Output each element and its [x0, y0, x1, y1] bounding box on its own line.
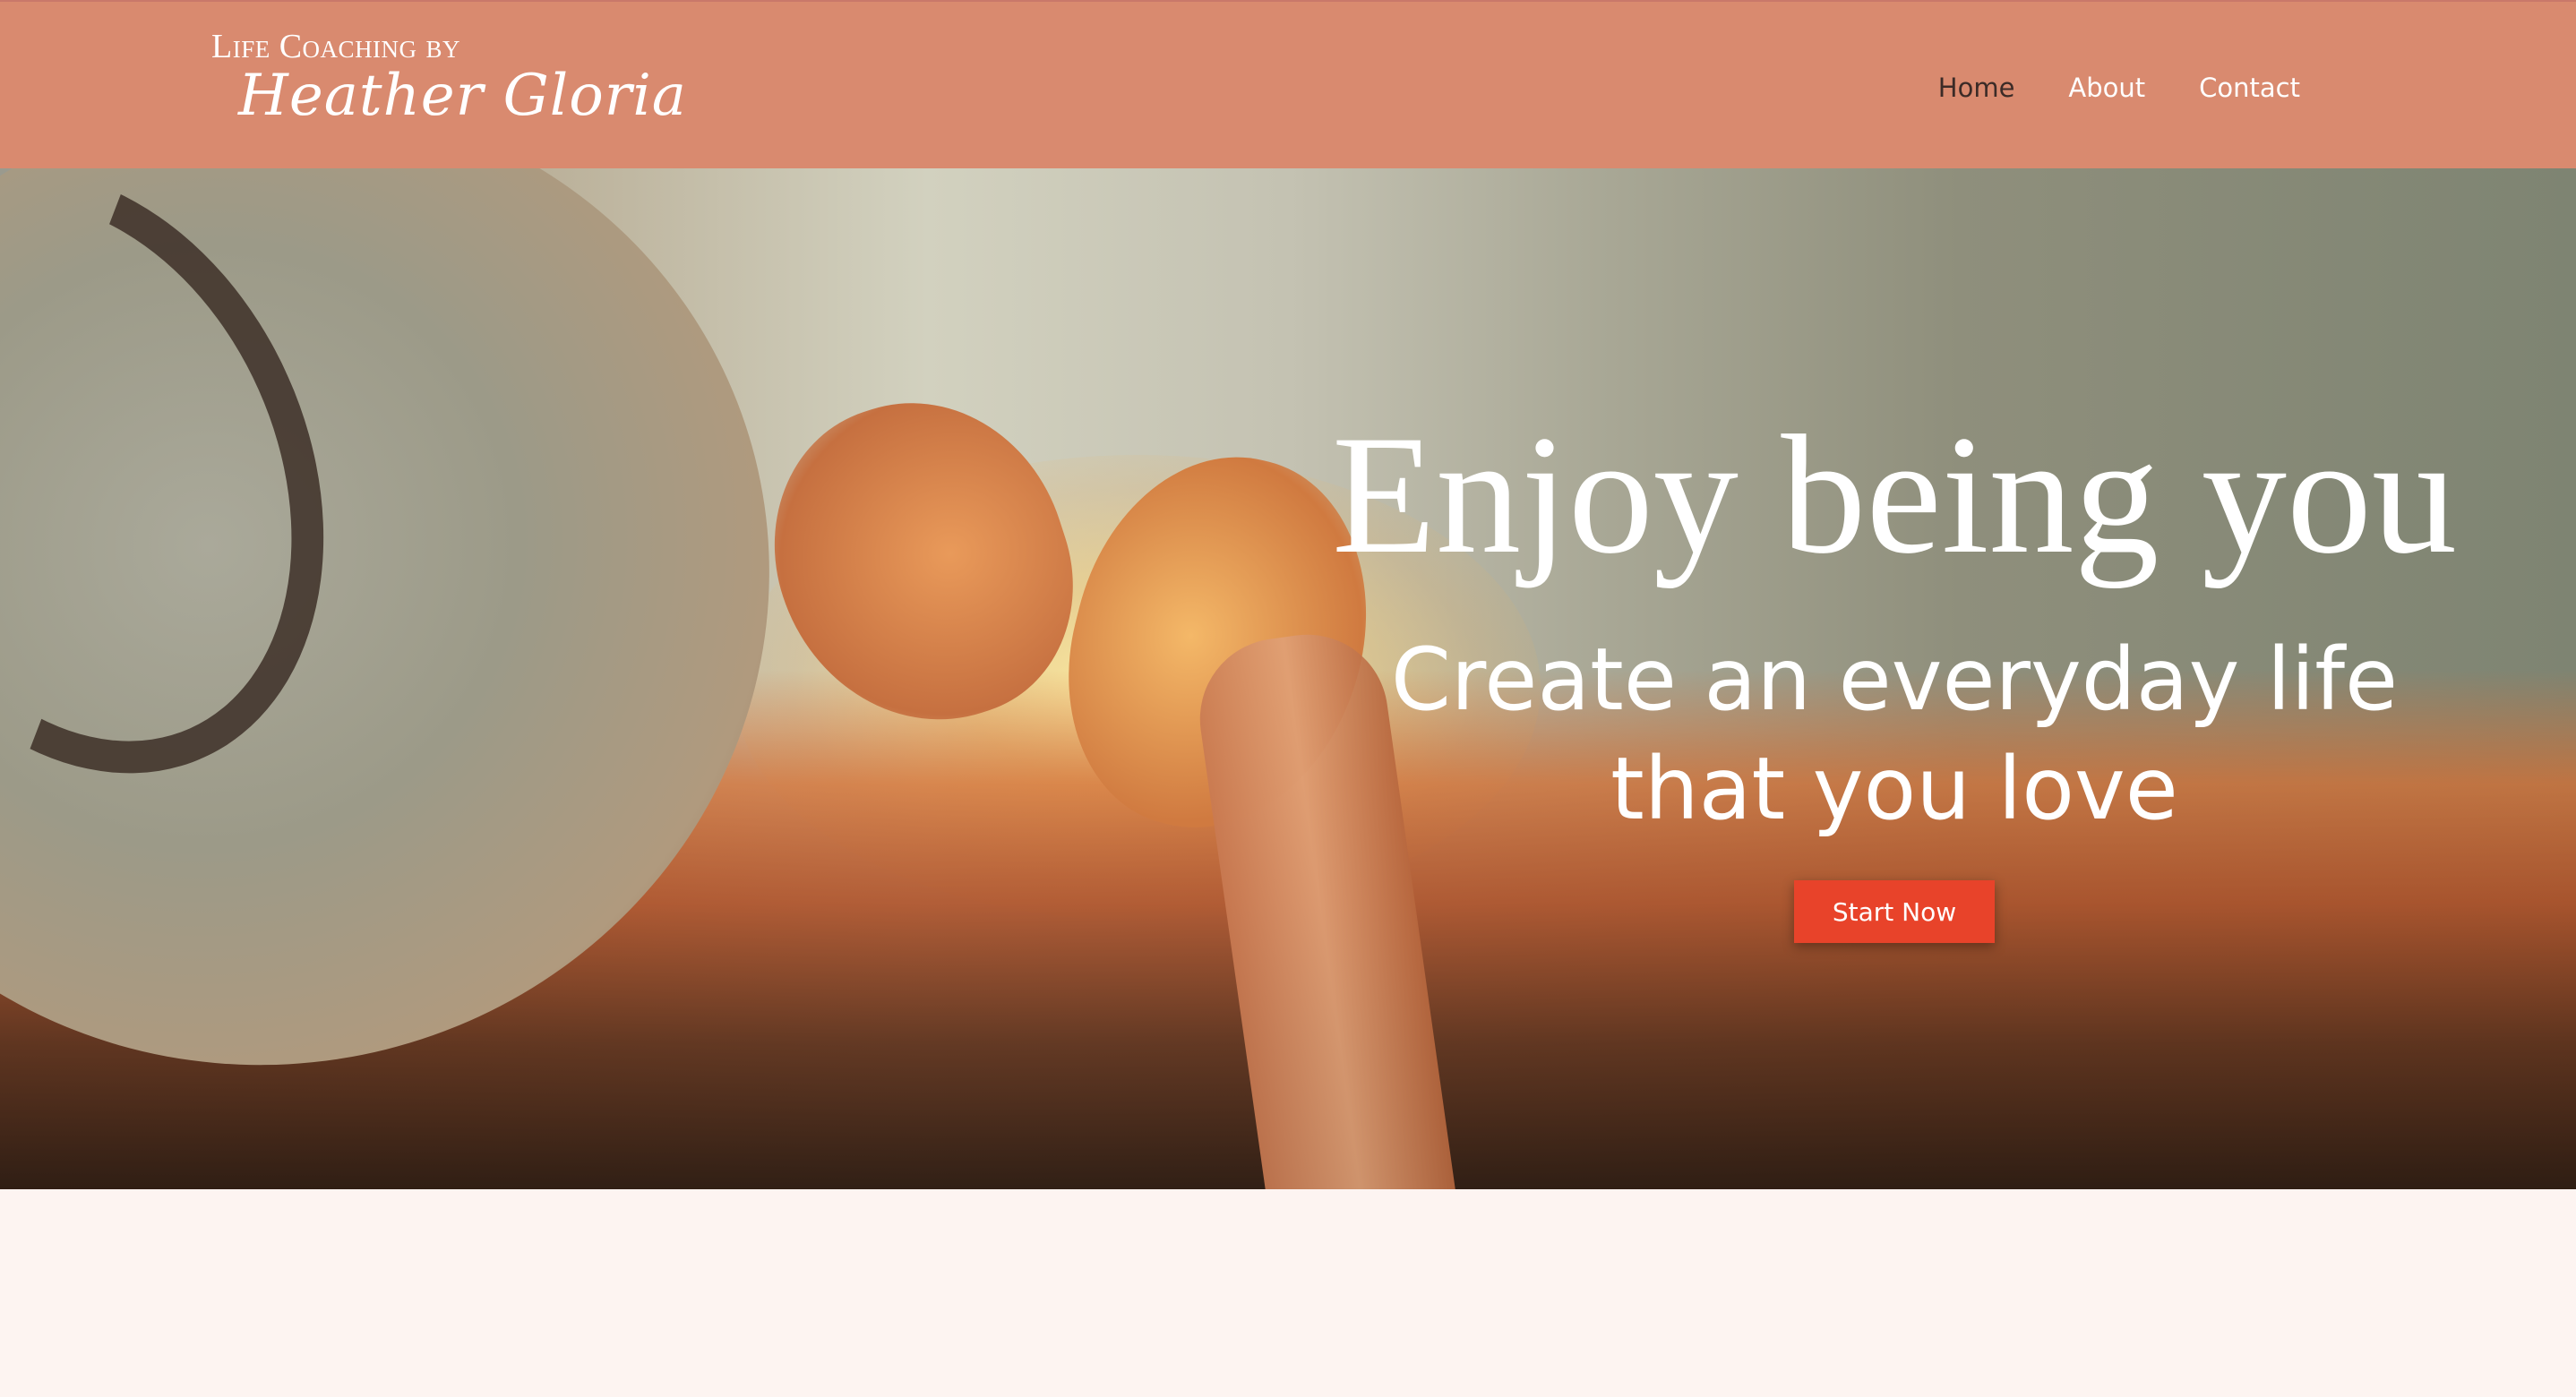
hero-section: Enjoy being you Create an everyday life … — [0, 168, 2576, 1189]
start-now-button[interactable]: Start Now — [1794, 880, 1995, 943]
hero-title: Enjoy being you — [1332, 401, 2457, 589]
site-logo[interactable]: Life Coaching by Heather Gloria — [211, 29, 687, 127]
nav-home-link[interactable]: Home — [1938, 66, 2015, 109]
logo-tagline: Life Coaching by — [211, 28, 461, 65]
nav-contact-link[interactable]: Contact — [2199, 66, 2300, 109]
main-nav: Home About Contact — [1938, 66, 2300, 109]
nav-about-link[interactable]: About — [2068, 66, 2145, 109]
hero-subtitle: Create an everyday life that you love — [1390, 630, 2399, 839]
content-section — [0, 1189, 2576, 1397]
hero-hat-band — [0, 168, 416, 853]
logo-name: Heather Gloria — [238, 63, 687, 129]
site-header: Life Coaching by Heather Gloria Home Abo… — [0, 0, 2576, 168]
